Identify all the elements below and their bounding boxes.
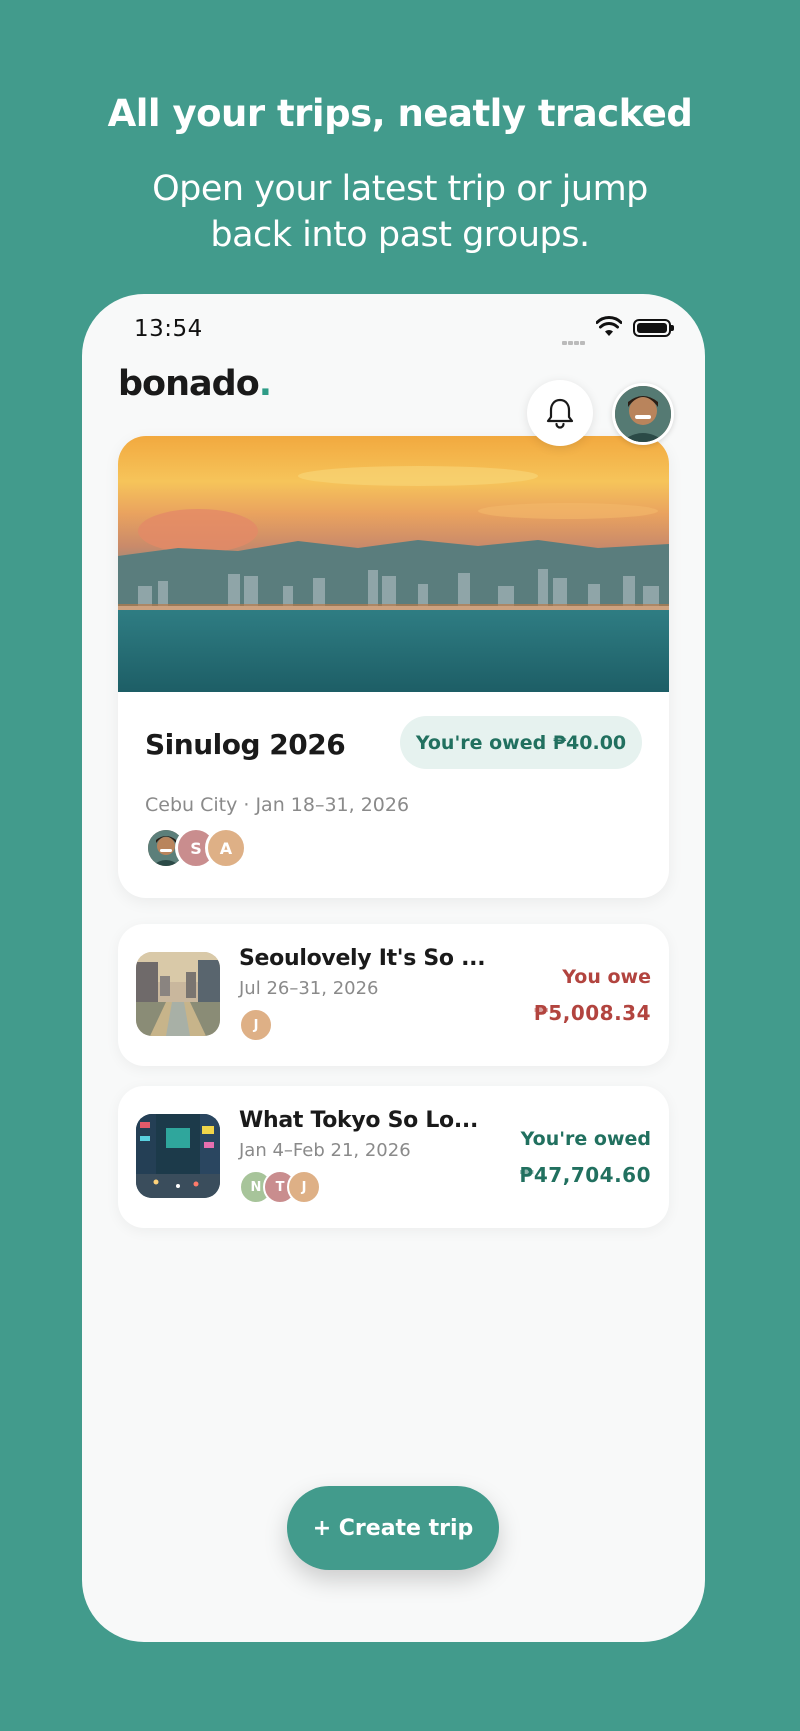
member-avatar: J xyxy=(239,1008,273,1042)
balance-amount: ₱5,008.34 xyxy=(533,1001,651,1025)
member-avatar: J xyxy=(287,1170,321,1204)
balance-status: You owe xyxy=(562,966,651,988)
trip-thumbnail xyxy=(136,952,220,1036)
trip-dates: Jul 26–31, 2026 xyxy=(239,978,379,999)
create-trip-button[interactable]: + Create trip xyxy=(287,1486,499,1570)
battery-icon xyxy=(633,319,674,337)
trip-dates: Jan 4–Feb 21, 2026 xyxy=(239,1140,411,1161)
balance-badge: You're owed ₱40.00 xyxy=(400,716,642,769)
status-time: 13:54 xyxy=(134,316,203,342)
trip-name: What Tokyo So Lo... xyxy=(239,1108,479,1133)
member-avatar: A xyxy=(205,827,247,869)
trip-thumbnail xyxy=(136,1114,220,1198)
featured-trip-card[interactable]: Sinulog 2026 You're owed ₱40.00 Cebu Cit… xyxy=(118,436,669,898)
featured-trip-location-dates: Cebu City · Jan 18–31, 2026 xyxy=(145,794,410,816)
headline: All your trips, neatly tracked xyxy=(107,92,693,135)
trip-name: Seoulovely It's So ... xyxy=(239,946,486,971)
featured-trip-name: Sinulog 2026 xyxy=(145,728,346,761)
trip-card[interactable]: Seoulovely It's So ... Jul 26–31, 2026 J… xyxy=(118,924,669,1066)
app-logo: bonado. xyxy=(118,364,272,404)
balance-status: You're owed xyxy=(520,1128,651,1150)
bell-icon xyxy=(546,398,574,429)
phone-screen: 13:54 bonado. Sinulog 2026 You're owed ₱… xyxy=(82,294,705,1642)
signal-icon xyxy=(562,330,586,349)
trip-cover-image xyxy=(118,436,669,692)
profile-avatar[interactable] xyxy=(612,383,674,445)
notifications-button[interactable] xyxy=(527,380,593,446)
wifi-icon xyxy=(596,316,622,336)
balance-amount: ₱47,704.60 xyxy=(519,1163,651,1187)
trip-card[interactable]: What Tokyo So Lo... Jan 4–Feb 21, 2026 N… xyxy=(118,1086,669,1228)
subline: Open your latest trip or jump back into … xyxy=(152,169,648,255)
